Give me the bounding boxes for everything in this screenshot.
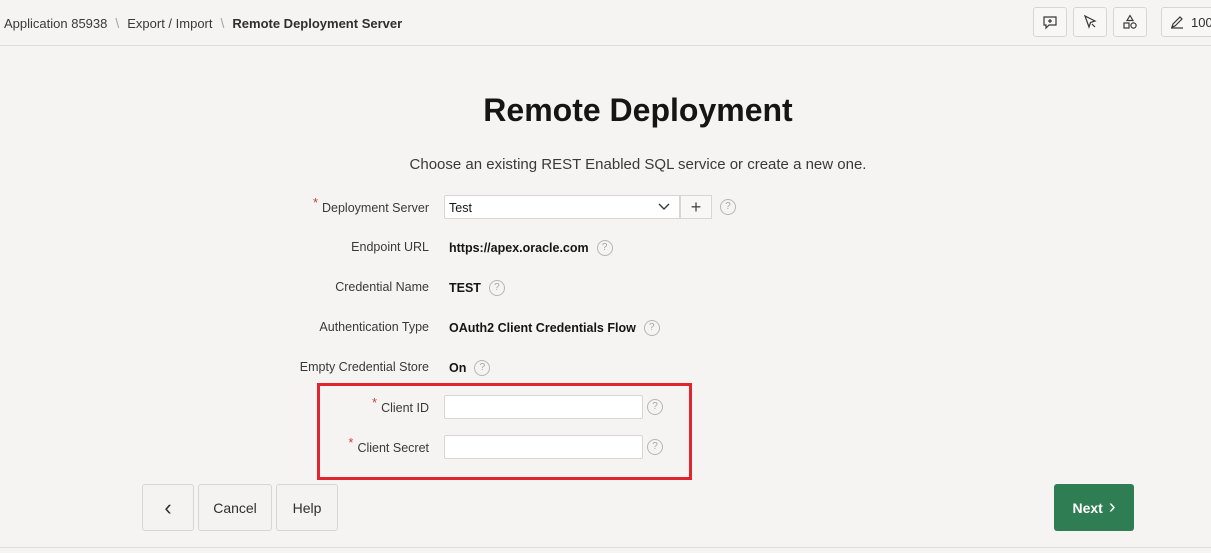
deployment-server-select[interactable]: Test	[444, 195, 680, 219]
breadcrumb-separator: \	[220, 15, 225, 31]
top-bar: Application 85938 \ Export / Import \ Remote…	[0, 0, 1211, 46]
next-label: Next	[1072, 499, 1103, 516]
comment-plus-icon	[1043, 16, 1057, 30]
help-icon[interactable]: ?	[643, 320, 660, 336]
credential-name-value-wrap: TEST ?	[449, 280, 505, 296]
endpoint-url-row: Endpoint URL https://apex.oracle.com ?	[0, 235, 1211, 261]
empty-credential-store-value: On	[449, 361, 467, 375]
edit-icon	[1171, 16, 1183, 29]
authentication-type-value-wrap: OAuth2 Client Credentials Flow ?	[449, 320, 660, 336]
pointer-magic-icon	[1083, 14, 1097, 29]
shared-components-button[interactable]	[1113, 7, 1147, 37]
shapes-icon	[1123, 14, 1137, 29]
deployment-server-value: Test	[449, 201, 472, 215]
breadcrumb-export-import[interactable]: Export / Import	[127, 16, 212, 31]
help-icon[interactable]: ?	[474, 360, 491, 376]
highlight-box	[317, 383, 692, 480]
credential-name-row: Credential Name TEST ?	[0, 275, 1211, 301]
next-button[interactable]: Next ›	[1054, 484, 1134, 531]
credential-name-value: TEST	[449, 281, 481, 295]
help-icon[interactable]: ?	[720, 199, 736, 215]
endpoint-url-value-wrap: https://apex.oracle.com ?	[449, 240, 613, 256]
empty-credential-store-label: Empty Credential Store	[299, 360, 429, 374]
chevron-down-icon	[658, 203, 670, 210]
page-subtitle: Choose an existing REST Enabled SQL serv…	[409, 156, 867, 173]
empty-credential-store-value-wrap: On ?	[449, 360, 491, 376]
breadcrumb-current: Remote Deployment Server	[232, 16, 403, 31]
credential-name-label: Credential Name	[335, 280, 429, 294]
endpoint-url-value: https://apex.oracle.com	[449, 241, 589, 255]
page-title: Remote Deployment	[483, 92, 793, 128]
endpoint-url-label: Endpoint URL	[351, 240, 429, 254]
quick-edit-button[interactable]	[1073, 7, 1107, 37]
edit-page-button[interactable]: 100	[1161, 7, 1211, 37]
breadcrumb: Application 85938 \ Export / Import \ Remote…	[4, 15, 402, 31]
authentication-type-label: Authentication Type	[319, 320, 429, 334]
chevron-right-icon: ›	[1108, 496, 1116, 518]
deployment-server-label: * Deployment Server	[312, 195, 429, 215]
add-server-button[interactable]: +	[680, 195, 712, 219]
authentication-type-row: Authentication Type OAuth2 Client Creden…	[0, 315, 1211, 341]
breadcrumb-application[interactable]: Application 85938	[4, 16, 107, 31]
edit-page-label: 100	[1191, 14, 1211, 30]
deployment-server-row: * Deployment Server Test + ?	[0, 195, 1211, 221]
help-icon[interactable]: ?	[488, 280, 505, 296]
empty-credential-store-row: Empty Credential Store On ?	[0, 355, 1211, 381]
footer-divider	[0, 547, 1211, 548]
required-marker: *	[312, 195, 318, 210]
comment-button[interactable]	[1033, 7, 1067, 37]
help-button[interactable]: Help	[276, 484, 338, 531]
authentication-type-value: OAuth2 Client Credentials Flow	[449, 321, 636, 335]
breadcrumb-separator: \	[115, 15, 120, 31]
help-icon[interactable]: ?	[596, 240, 613, 256]
cancel-button[interactable]: Cancel	[198, 484, 272, 531]
previous-button[interactable]: ‹	[142, 484, 194, 531]
